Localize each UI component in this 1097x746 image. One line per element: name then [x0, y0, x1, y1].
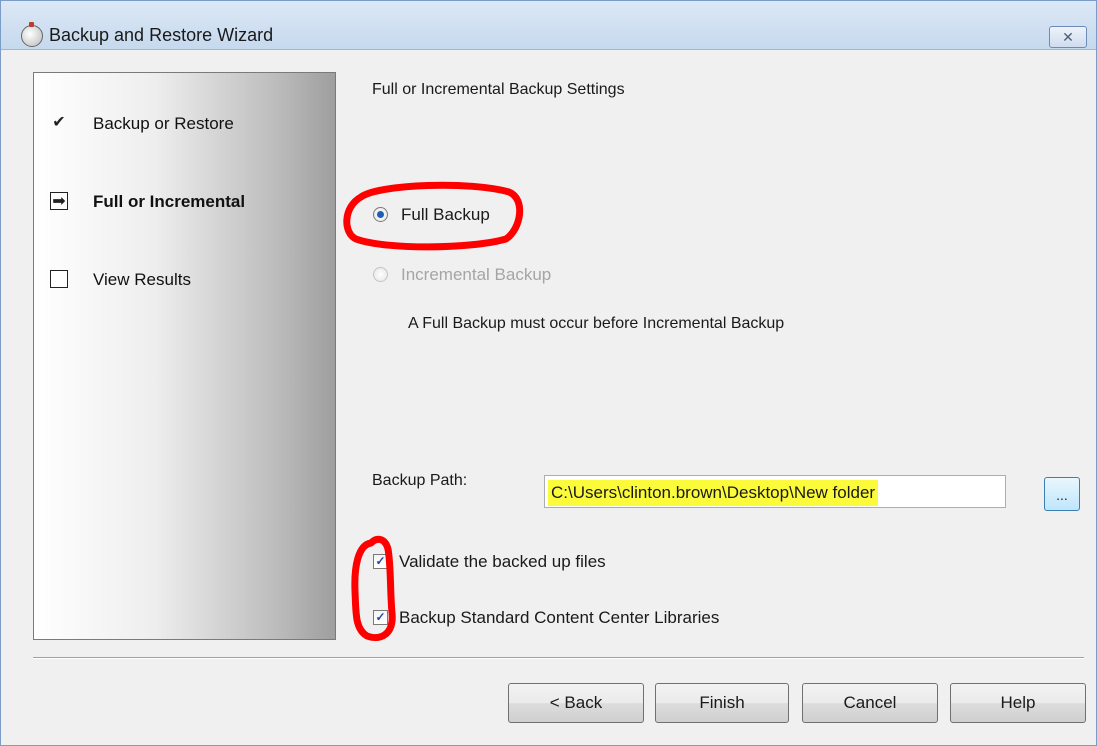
close-button[interactable]: ✕	[1049, 26, 1087, 48]
wizard-steps-panel: ✔ Backup or Restore ➡ Full or Incrementa…	[33, 72, 336, 640]
arrow-right-icon: ➡	[50, 192, 68, 210]
empty-box-icon	[50, 270, 68, 288]
step-view-results: View Results	[34, 270, 334, 294]
backup-path-input[interactable]: C:\Users\clinton.brown\Desktop\New folde…	[544, 475, 1006, 508]
backup-content-center-label[interactable]: Backup Standard Content Center Libraries	[399, 608, 719, 628]
radio-selected-icon[interactable]	[373, 207, 388, 222]
step-full-or-incremental: ➡ Full or Incremental	[34, 192, 334, 216]
section-title: Full or Incremental Backup Settings	[372, 81, 625, 98]
step-label: Full or Incremental	[93, 192, 246, 211]
backup-path-value[interactable]: C:\Users\clinton.brown\Desktop\New folde…	[548, 480, 879, 506]
checkmark-icon: ✔	[52, 114, 66, 131]
help-button[interactable]: Help	[950, 683, 1086, 723]
finish-button[interactable]: Finish	[655, 683, 789, 723]
validate-files-label[interactable]: Validate the backed up files	[399, 552, 606, 572]
step-label: Backup or Restore	[93, 114, 234, 133]
footer-divider	[33, 657, 1084, 659]
radio-unselected-icon	[373, 267, 388, 282]
checkbox-checked-icon[interactable]: ✓	[373, 610, 388, 625]
full-backup-label[interactable]: Full Backup	[401, 205, 490, 225]
close-icon: ✕	[1062, 29, 1074, 45]
app-icon	[21, 22, 43, 47]
incremental-backup-label: Incremental Backup	[401, 265, 552, 284]
checkbox-checked-icon[interactable]: ✓	[373, 554, 388, 569]
back-button[interactable]: < Back	[508, 683, 644, 723]
wizard-window: Backup and Restore Wizard ✕ ✔ Backup or …	[0, 0, 1097, 746]
backup-path-label: Backup Path:	[372, 472, 468, 489]
window-title: Backup and Restore Wizard	[49, 25, 274, 45]
full-backup-note: A Full Backup must occur before Incremen…	[408, 315, 785, 332]
step-label: View Results	[93, 270, 191, 289]
step-backup-or-restore: ✔ Backup or Restore	[34, 114, 334, 138]
title-bar[interactable]: Backup and Restore Wizard ✕	[1, 1, 1096, 50]
browse-button[interactable]: ...	[1044, 477, 1080, 511]
cancel-button[interactable]: Cancel	[802, 683, 938, 723]
